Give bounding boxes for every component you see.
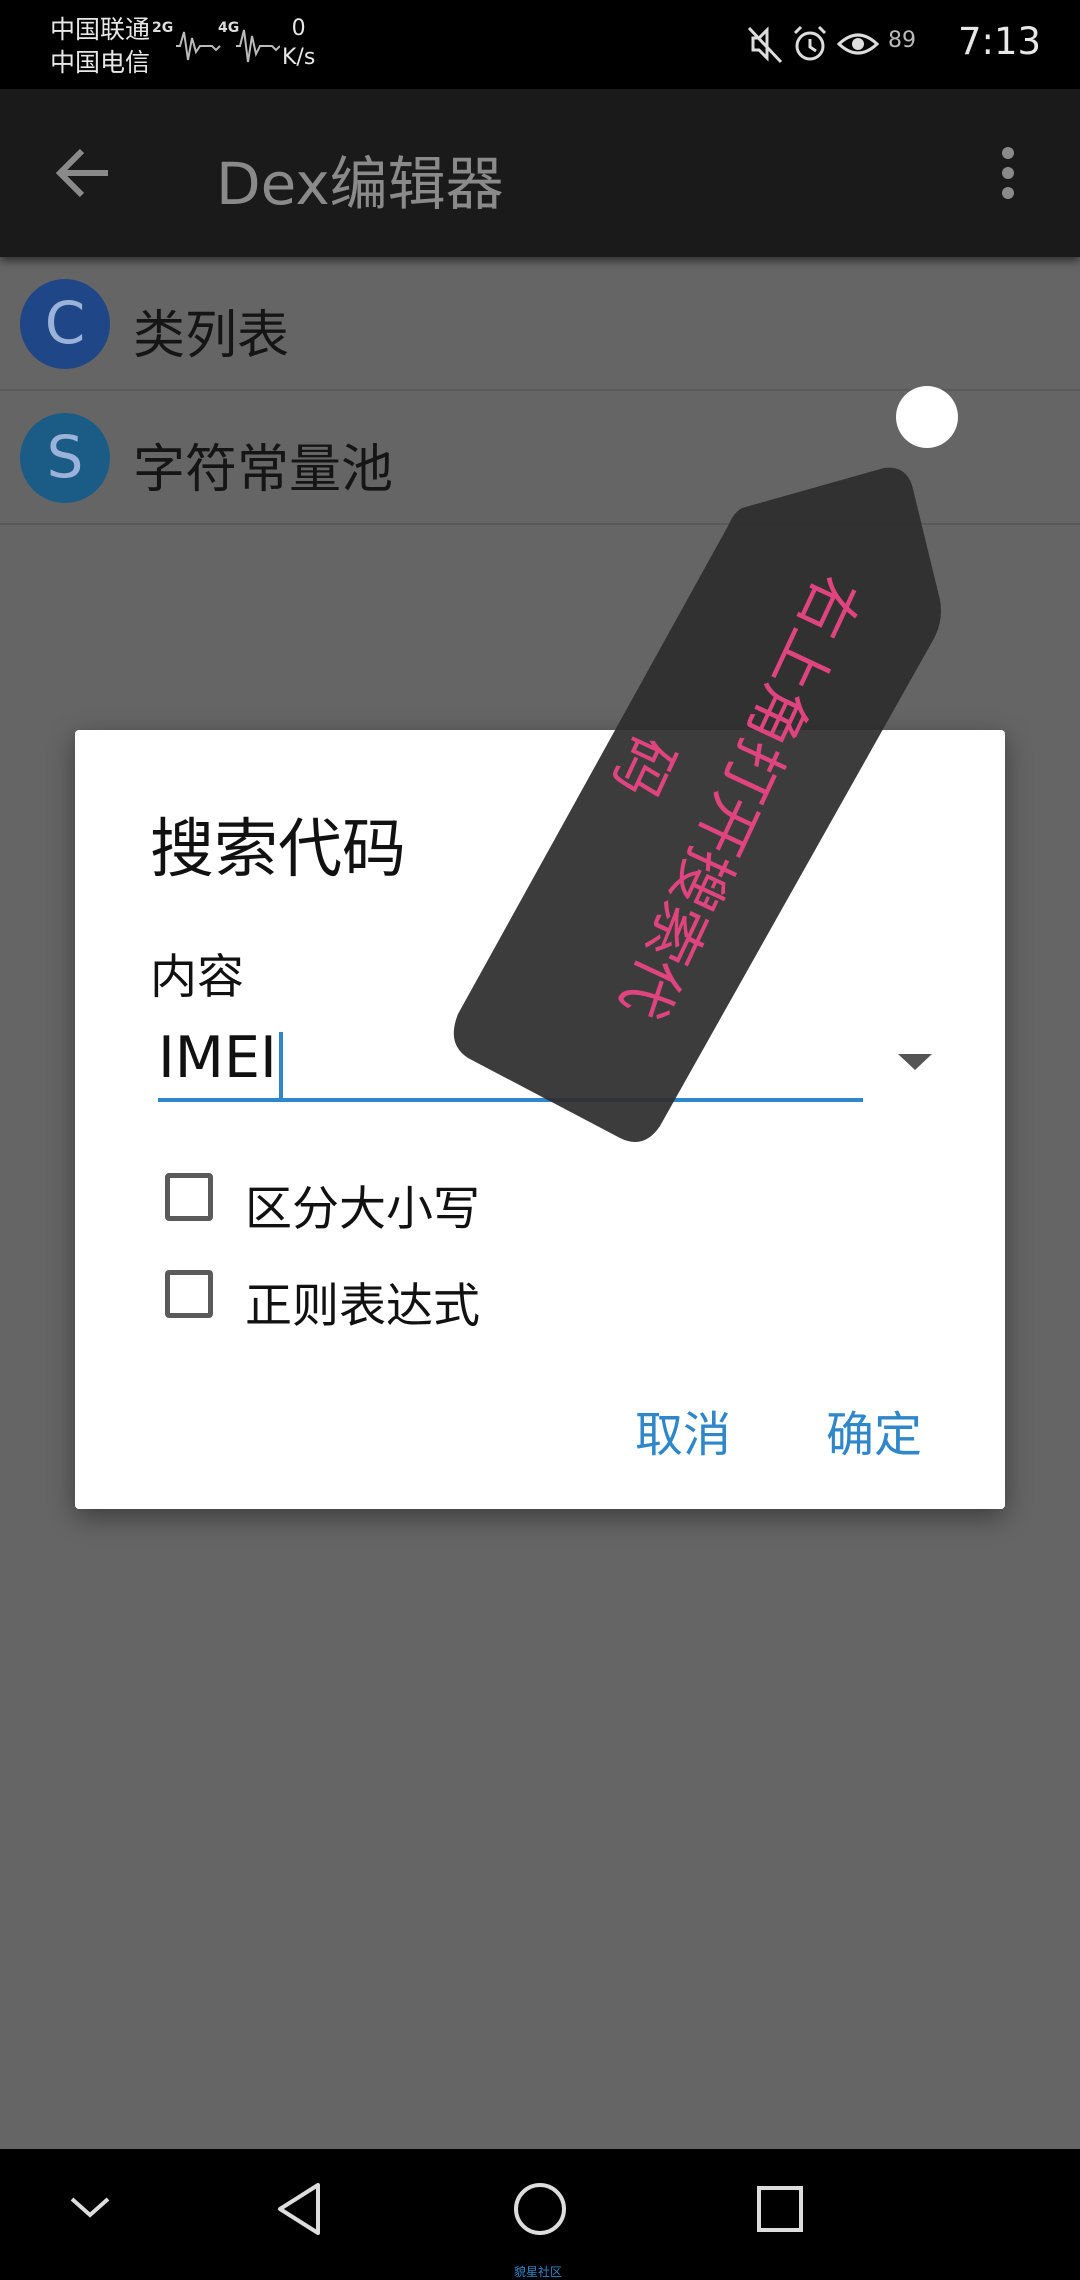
cancel-button[interactable]: 取消	[635, 1395, 731, 1465]
tag-hole	[896, 386, 958, 448]
regex-label: 正则表达式	[245, 1279, 480, 1334]
confirm-button[interactable]: 确定	[826, 1395, 922, 1465]
regex-checkbox[interactable]	[165, 1270, 213, 1318]
watermark-caption: 貌星社区	[514, 2265, 563, 2279]
recents-square-icon[interactable]	[750, 2179, 810, 2239]
collapse-icon[interactable]	[62, 2179, 118, 2235]
home-circle-icon[interactable]	[510, 2179, 570, 2239]
tutorial-tag	[453, 386, 958, 1142]
navigation-bar: 貌星社区	[0, 2149, 1080, 2280]
back-triangle-icon[interactable]	[270, 2179, 330, 2239]
